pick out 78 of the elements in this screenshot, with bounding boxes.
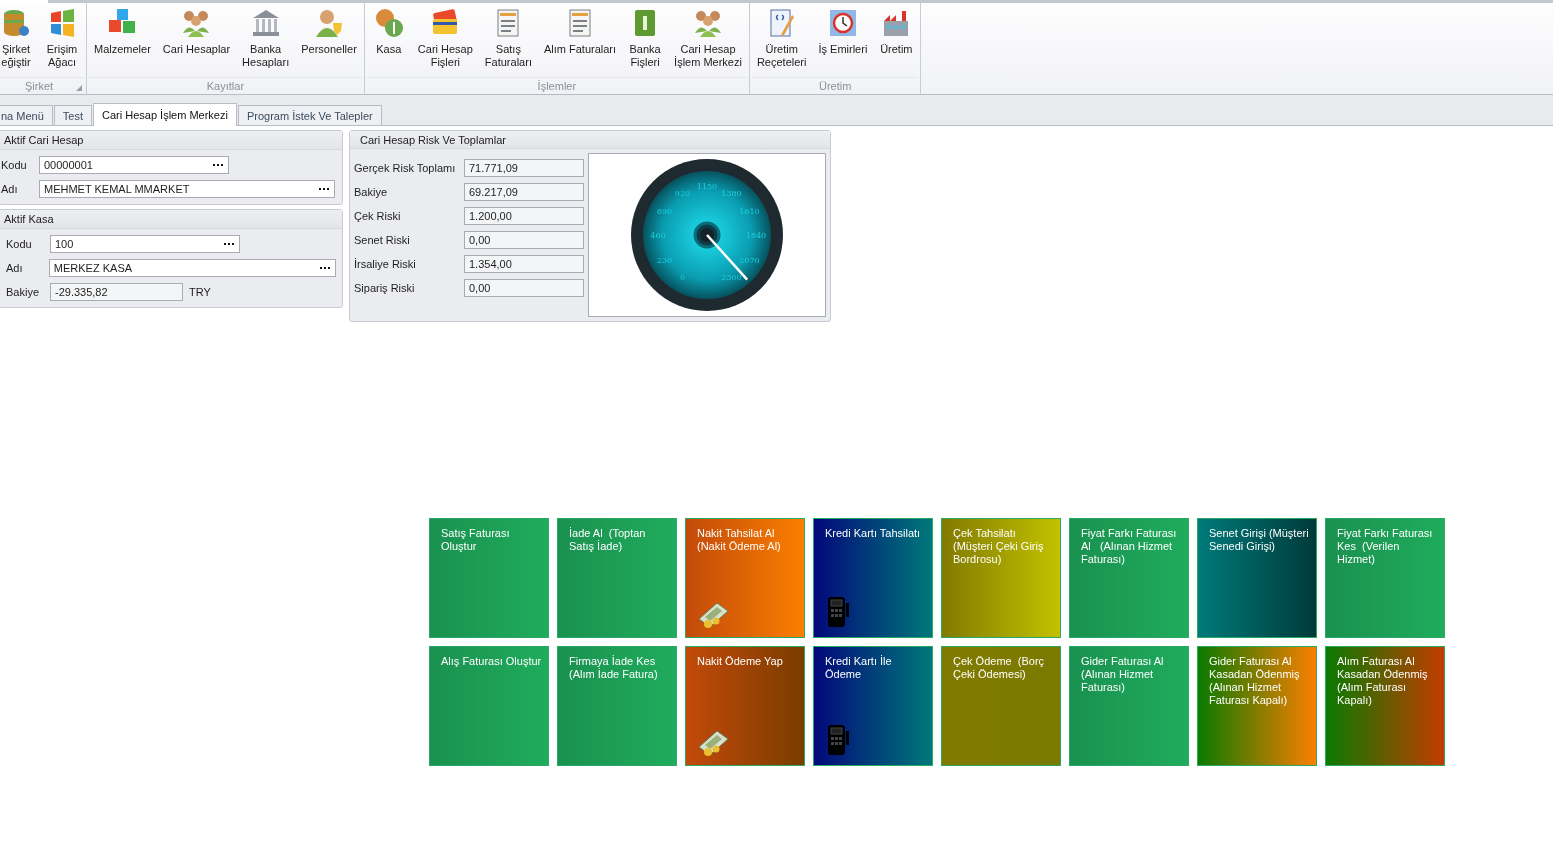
balance-field: -29.335,82 (50, 283, 183, 301)
action-tile[interactable]: Çek Tahsilatı (Müşteri Çeki Giriş Bordrosu) (941, 518, 1061, 638)
amount-field: 1.200,00 (464, 207, 584, 225)
ellipsis-icon[interactable] (320, 266, 331, 270)
field-label: Kodu (6, 238, 33, 250)
person-icon (313, 7, 345, 39)
panel-title: Aktif Kasa (4, 213, 54, 225)
amount-field: 71.771,09 (464, 159, 584, 177)
lookup-field[interactable]: MEHMET KEMAL MMARKET (39, 180, 335, 198)
ribbon-button[interactable]: Şirket eğiştir (0, 5, 38, 77)
lookup-field[interactable]: MERKEZ KASA (48, 259, 336, 277)
panel-title: Cari Hesap Risk Ve Toplamlar (360, 133, 506, 146)
action-tile[interactable]: Kredi Kartı Tahsilatı (813, 518, 933, 638)
action-tile[interactable]: Firmaya İade Kes (Alım İade Fatura) (557, 646, 677, 766)
ellipsis-icon[interactable] (224, 242, 235, 246)
action-tile[interactable]: Kredi Kartı İle Ödeme (813, 646, 933, 766)
ribbon-button[interactable]: Cari Hesap İşlem Merkezi (669, 5, 747, 77)
ribbon-button[interactable]: Malzemeler (89, 5, 156, 77)
group-label: Üretim (818, 80, 852, 92)
lookup-field[interactable]: 100 (50, 235, 240, 253)
ribbon-button[interactable]: Banka Fişleri (623, 5, 668, 77)
ribbon-button[interactable]: Kasa (366, 5, 411, 77)
panel-title: Aktif Cari Hesap (4, 134, 84, 146)
gauge-tick-label: 920 (674, 188, 691, 198)
ellipsis-icon[interactable] (213, 163, 224, 167)
action-tile[interactable]: Alım Faturası Al Kasadan Ödenmiş (Alım Faturası Kapalı) (1325, 646, 1445, 766)
currency-label: TRY (189, 286, 212, 298)
ribbon-button[interactable]: Üretim Reçeteleri (751, 5, 812, 77)
ellipsis-icon[interactable] (319, 187, 330, 191)
action-tile[interactable]: Nakit Tahsilat Al (Nakit Ödeme Al) (685, 518, 805, 638)
action-tile[interactable]: İade Al (Toptan Satış İade) (557, 518, 677, 638)
ribbon-button[interactable]: Erişim Ağacı (40, 5, 84, 77)
ribbon-button[interactable]: Cari Hesap Fişleri (412, 5, 478, 77)
lookup-field[interactable]: 00000001 (39, 156, 229, 174)
tab[interactable]: Test (53, 105, 92, 125)
field-label: Senet Riski (354, 234, 411, 246)
action-tile[interactable]: Çek Ödeme (Borç Çeki Ödemesi) (941, 646, 1061, 766)
ribbon-button[interactable]: İş Emirleri (813, 5, 873, 77)
gauge-tick-label: 1150 (696, 182, 718, 191)
ribbon-button[interactable]: Üretim (874, 5, 919, 77)
amount-field: 0,00 (464, 231, 584, 249)
field-label: Bakiye (6, 286, 41, 298)
gauge-tick-label: 460 (650, 231, 666, 240)
action-tile[interactable]: Fiyat Farkı Faturası Kes (Verilen Hizmet) (1325, 518, 1445, 638)
ribbon-button[interactable]: Alım Faturaları (538, 5, 622, 77)
amount-field: 69.217,09 (464, 183, 584, 201)
card-terminal-icon (825, 595, 851, 629)
ribbon-button[interactable]: Personeller (296, 5, 362, 77)
action-tile[interactable]: Fiyat Farkı Faturası Al (Alınan Hizmet Faturası) (1069, 518, 1189, 638)
action-tile[interactable]: Gider Faturası Al Kasadan Ödenmiş (Alınan Hizmet Faturası Kapalı) (1197, 646, 1317, 766)
field-label: Gerçek Risk Toplamı (354, 162, 457, 174)
field-label: İrsaliye Riski (354, 258, 417, 270)
group-label: Kayıtlar (206, 80, 245, 92)
gauge-tick-label: 230 (656, 255, 673, 265)
field-label: Sipariş Riski (354, 282, 416, 294)
gauge-tick-label: 1380 (721, 188, 742, 198)
action-tile[interactable]: Alış Faturası Oluştur (429, 646, 549, 766)
amount-field: 0,00 (464, 279, 584, 297)
tab[interactable]: na Menü (0, 105, 53, 125)
field-label: Kodu (1, 159, 28, 171)
action-tile[interactable]: Senet Girişi (Müşteri Senedi Girişi) (1197, 518, 1317, 638)
tab[interactable]: Program İstek Ve Talepler (237, 105, 382, 125)
group-label: Şirket (24, 80, 54, 92)
gauge-tick-label: 2300 (721, 273, 742, 283)
field-label: Çek Riski (354, 210, 402, 222)
card-terminal-icon (825, 723, 851, 757)
ribbon-button[interactable]: Cari Hesaplar (157, 5, 236, 77)
action-tile[interactable]: Satış Faturası Oluştur (429, 518, 549, 638)
amount-field: 1.354,00 (464, 255, 584, 273)
field-label: Bakiye (354, 186, 389, 198)
ribbon-button[interactable]: Banka Hesapları (237, 5, 295, 77)
ribbon-button[interactable]: Satış Faturaları (479, 5, 537, 77)
action-tile[interactable]: Nakit Ödeme Yap (685, 646, 805, 766)
action-tile[interactable]: Gider Faturası Al (Alınan Hizmet Faturası) (1069, 646, 1189, 766)
field-label: Adı (1, 183, 19, 195)
field-label: Adı (6, 262, 24, 274)
tab[interactable]: Cari Hesap İşlem Merkezi (93, 103, 237, 126)
group-label: İşlemler (537, 80, 577, 92)
